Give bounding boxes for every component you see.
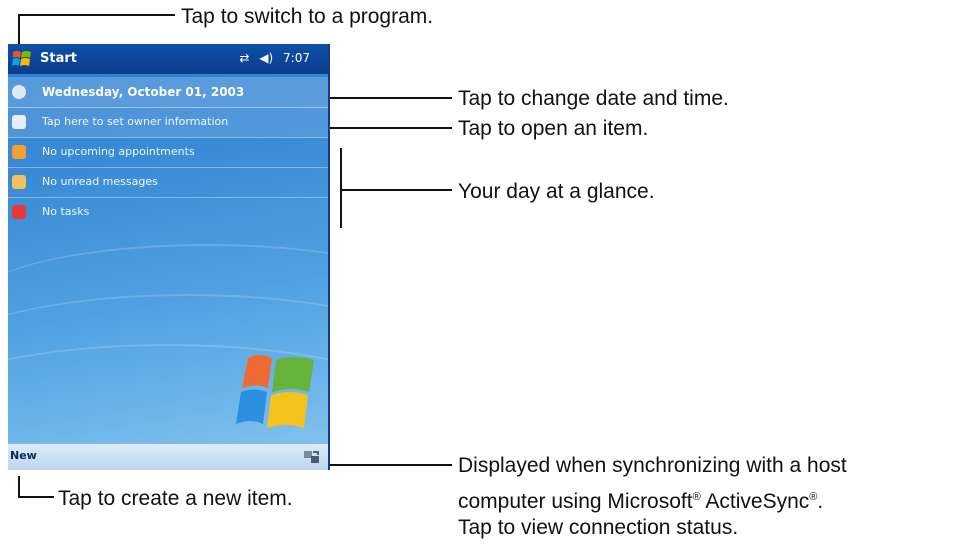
callout-sync-text-b: ActiveSync (700, 490, 810, 513)
clock[interactable]: 7:07 (283, 51, 310, 65)
today-item-label: No unread messages (42, 175, 158, 188)
today-item-label: No tasks (42, 205, 90, 218)
leader-day-glance-h (340, 189, 452, 191)
callout-create-new: Tap to create a new item. (58, 487, 293, 510)
today-item-label: No upcoming appointments (42, 145, 195, 158)
leader-create-new-h (18, 496, 54, 498)
callout-change-date: Tap to change date and time. (458, 87, 729, 110)
leader-switch-program-h (18, 14, 175, 16)
calendar-icon (12, 145, 26, 159)
callout-open-item: Tap to open an item. (458, 117, 649, 140)
taskbar: Start ⇄ ◀) 7:07 (8, 44, 328, 74)
today-item-label: Wednesday, October 01, 2003 (42, 85, 245, 99)
new-button[interactable]: New (10, 449, 37, 462)
leader-create-new-v (18, 476, 20, 497)
inbox-icon (12, 175, 26, 189)
system-tray: ⇄ ◀) 7:07 (233, 51, 310, 65)
today-item-label: Tap here to set owner information (42, 115, 229, 128)
callout-sync-line3: Tap to view connection status. (458, 516, 739, 539)
callout-sync-text-a: computer using Microsoft (458, 490, 693, 513)
callout-sync-text-c: . (817, 490, 824, 513)
today-item-date[interactable]: Wednesday, October 01, 2003 (8, 77, 328, 108)
volume-icon[interactable]: ◀) (259, 51, 273, 65)
today-item-tasks[interactable]: No tasks (8, 197, 328, 227)
activesync-icon[interactable] (302, 448, 322, 466)
callout-day-glance: Your day at a glance. (458, 180, 655, 203)
today-item-owner[interactable]: Tap here to set owner information (8, 107, 328, 138)
leader-sync (318, 464, 452, 466)
command-bar: New (8, 443, 328, 470)
device-screen: Start ⇄ ◀) 7:07 Wednesday, October 01, 2… (8, 44, 330, 470)
tasks-icon (12, 205, 26, 219)
today-item-appointments[interactable]: No upcoming appointments (8, 137, 328, 168)
leader-day-glance-v (340, 148, 342, 228)
registered-mark: ® (692, 491, 701, 503)
callout-switch-program: Tap to switch to a program. (181, 5, 434, 28)
today-item-messages[interactable]: No unread messages (8, 167, 328, 198)
windows-logo-icon (236, 355, 314, 428)
owner-card-icon (12, 115, 26, 129)
start-menu-label[interactable]: Start (40, 51, 77, 66)
connectivity-icon[interactable]: ⇄ (239, 51, 249, 65)
callout-sync-line2: computer using Microsoft® ActiveSync®. (458, 485, 823, 514)
start-flag-icon[interactable] (12, 49, 32, 69)
callout-sync-line1: Displayed when synchronizing with a host (458, 454, 847, 477)
background-swoosh (8, 244, 328, 366)
clock-icon (12, 85, 26, 99)
